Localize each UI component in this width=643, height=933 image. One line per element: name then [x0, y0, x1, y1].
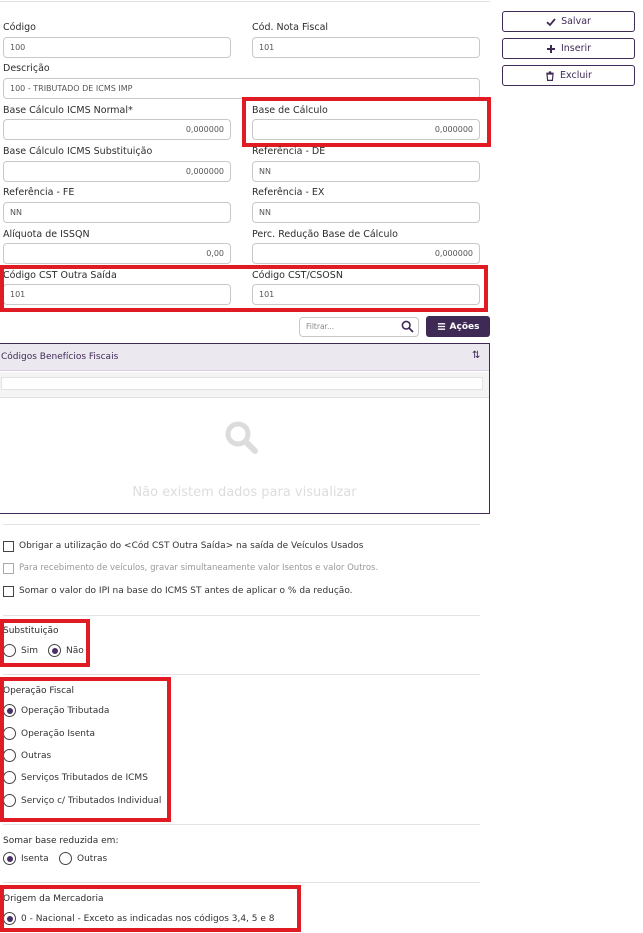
grid-empty-message: Não existem dados para visualizar — [132, 485, 357, 500]
insert-button-label: Inserir — [560, 43, 592, 54]
actions-button[interactable]: Ações — [426, 316, 490, 337]
checkbox-somar-ipi[interactable] — [3, 586, 14, 597]
base-calculo-icms-st-field[interactable]: 0,000000 — [3, 161, 231, 182]
actions-button-label: Ações — [449, 321, 480, 332]
search-icon[interactable] — [401, 320, 414, 333]
checkbox-veiculos-usados-label: Obrigar a utilização do <Cód CST Outra S… — [19, 541, 364, 551]
grid-filter-placeholder: Filtrar... — [306, 322, 335, 331]
highlight-origem — [0, 885, 301, 932]
referencia-ex-label: Referência - EX — [252, 187, 325, 198]
plus-icon — [546, 44, 555, 53]
top-divider — [0, 1, 490, 2]
referencia-fe-field[interactable]: NN — [3, 202, 231, 223]
divider-2 — [3, 615, 480, 616]
highlight-base-de-calculo — [242, 97, 491, 147]
divider-4 — [3, 824, 480, 825]
highlight-operacao-fiscal — [0, 677, 171, 822]
codigo-field[interactable]: 100 — [3, 37, 231, 58]
sort-icon[interactable]: ⇅ — [472, 350, 480, 361]
somar-outras-radio[interactable] — [59, 852, 72, 865]
grid-filter-row — [0, 372, 489, 398]
referencia-fe-label: Referência - FE — [3, 187, 75, 198]
checkbox-recebimento-veiculos-label: Para recebimento de veículos, gravar sim… — [19, 563, 379, 573]
save-button-label: Salvar — [561, 16, 591, 27]
grid-column-header[interactable]: Códigos Benefícios Fiscais — [1, 352, 118, 362]
checkbox-somar-ipi-label: Somar o valor do IPI na base do ICMS ST … — [19, 586, 353, 596]
descricao-label: Descrição — [3, 63, 50, 74]
base-calculo-icms-st-label: Base Cálculo ICMS Substituição — [3, 146, 153, 157]
somar-outras-label: Outras — [77, 854, 108, 864]
aliquota-issqn-field[interactable]: 0,00 — [3, 243, 231, 264]
base-calculo-icms-normal-label: Base Cálculo ICMS Normal* — [3, 105, 133, 116]
insert-button[interactable]: Inserir — [502, 38, 635, 59]
somar-isenta-radio[interactable] — [3, 852, 16, 865]
delete-button-label: Excluir — [560, 70, 592, 81]
codigo-label: Código — [3, 22, 36, 33]
aliquota-issqn-label: Alíquota de ISSQN — [3, 229, 90, 240]
check-icon — [546, 17, 556, 26]
benefits-grid: Códigos Benefícios Fiscais ⇅ Não existem… — [0, 343, 490, 514]
highlight-substituicao — [0, 619, 90, 667]
somar-isenta-label: Isenta — [21, 854, 49, 864]
checkbox-recebimento-veiculos[interactable] — [3, 563, 14, 574]
divider-1 — [3, 524, 480, 525]
cod-nota-fiscal-field[interactable]: 101 — [252, 37, 480, 58]
highlight-cst — [0, 265, 488, 312]
delete-button[interactable]: Excluir — [502, 65, 635, 86]
base-calculo-icms-normal-field[interactable]: 0,000000 — [3, 119, 231, 140]
empty-search-icon — [225, 421, 258, 454]
referencia-de-label: Referência - DE — [252, 146, 326, 157]
save-button[interactable]: Salvar — [502, 11, 635, 32]
somar-base-title: Somar base reduzida em: — [3, 836, 119, 846]
grid-column-filter-input[interactable] — [1, 377, 483, 390]
divider-3 — [3, 674, 480, 675]
perc-reducao-label: Perc. Redução Base de Cálculo — [252, 229, 398, 240]
trash-icon — [546, 70, 554, 81]
perc-reducao-field[interactable]: 0,000000 — [252, 243, 480, 264]
referencia-ex-field[interactable]: NN — [252, 202, 480, 223]
menu-icon — [437, 323, 445, 330]
divider-5 — [3, 882, 480, 883]
checkbox-veiculos-usados[interactable] — [3, 541, 14, 552]
descricao-field[interactable]: 100 - TRIBUTADO DE ICMS IMP — [3, 78, 480, 99]
cod-nota-fiscal-label: Cód. Nota Fiscal — [252, 22, 329, 33]
referencia-de-field[interactable]: NN — [252, 161, 480, 182]
